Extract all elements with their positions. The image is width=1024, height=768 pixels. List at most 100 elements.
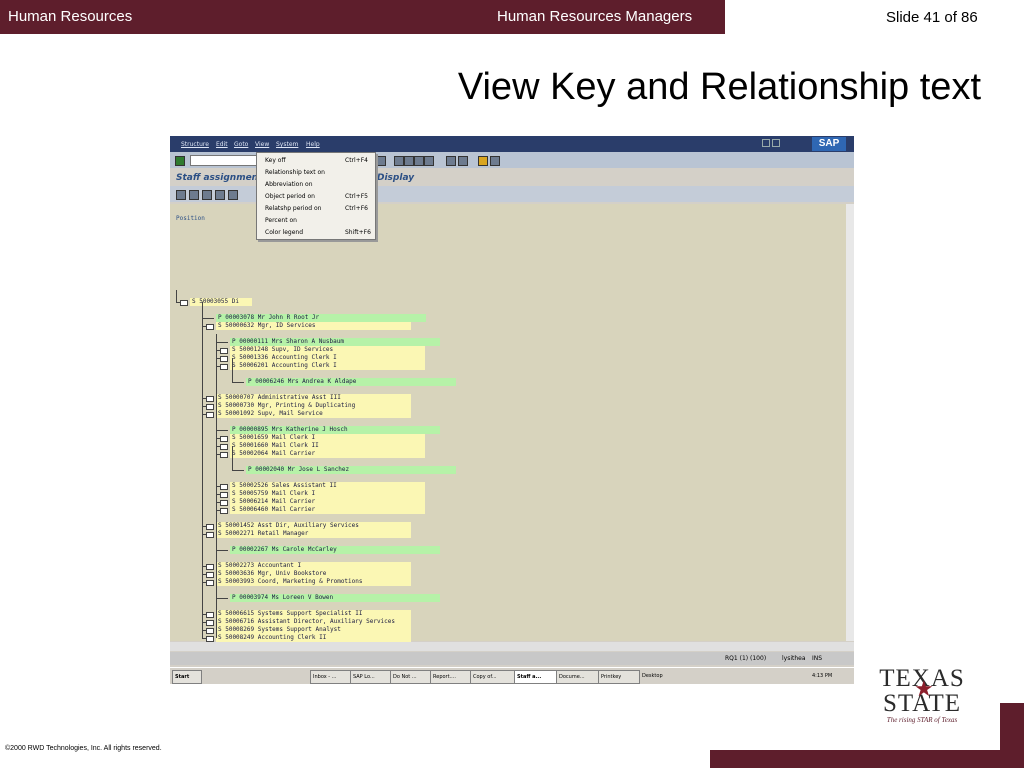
task-copy-of[interactable]: Copy of... <box>470 670 516 684</box>
menu-item-relatshp-period[interactable]: Relatshp period on <box>265 205 321 212</box>
expand-node-icon[interactable] <box>206 564 214 570</box>
menu-view[interactable]: View <box>255 141 269 148</box>
expand-node-icon[interactable] <box>220 508 228 514</box>
expand-node-icon[interactable] <box>206 412 214 418</box>
tree-person-row[interactable]: P 00003974 Ms Loreen V Bowen <box>230 594 440 602</box>
tree-position-row[interactable]: S 50001092 Supv, Mail Service <box>216 410 411 418</box>
tree-position-row[interactable]: S 50001452 Asst Dir, Auxiliary Services <box>216 522 411 530</box>
tree-position-row[interactable]: S 50001336 Accounting Clerk I <box>230 354 425 362</box>
tree-position-row[interactable]: S 50002064 Mail Carrier <box>230 450 425 458</box>
tree-person-row[interactable]: P 00000895 Mrs Katherine J Hosch <box>230 426 440 434</box>
expand-node-icon[interactable] <box>206 580 214 586</box>
collapse-icon[interactable] <box>215 190 225 200</box>
list-icon[interactable] <box>228 190 238 200</box>
course-title: Human Resources <box>8 8 133 25</box>
menu-system[interactable]: System <box>276 141 298 148</box>
menu-item-abbreviation[interactable]: Abbreviation on <box>265 181 313 188</box>
tree-position-row[interactable]: S 50006716 Assistant Director, Auxiliary… <box>216 618 411 626</box>
enter-icon[interactable] <box>175 156 185 166</box>
tree-position-row[interactable]: S 50000707 Administrative Asst III <box>216 394 411 402</box>
expand-node-icon[interactable] <box>206 612 214 618</box>
expand-node-icon[interactable] <box>220 484 228 490</box>
tree-position-row[interactable]: S 50003055 Di <box>190 298 252 306</box>
expand-node-icon[interactable] <box>220 348 228 354</box>
tree-person-row[interactable]: P 00003078 Mr John R Root Jr <box>216 314 426 322</box>
shortcut-object-period: Ctrl+F5 <box>345 193 368 200</box>
tree-position-row[interactable]: S 50002271 Retail Manager <box>216 530 411 538</box>
horizontal-scrollbar[interactable] <box>170 642 854 651</box>
expand-node-icon[interactable] <box>220 452 228 458</box>
menu-item-relationship-text[interactable]: Relationship text on <box>265 169 325 176</box>
help-icon[interactable] <box>478 156 488 166</box>
tree-position-row[interactable]: S 50001660 Mail Clerk II <box>230 442 425 450</box>
tree-position-row[interactable]: S 50006460 Mail Carrier <box>230 506 425 514</box>
expand-node-icon[interactable] <box>206 524 214 530</box>
tree-position-row[interactable]: S 50000632 Mgr, ID Services <box>216 322 411 330</box>
task-document[interactable]: Docume... <box>556 670 600 684</box>
edit-icon[interactable] <box>176 190 186 200</box>
expand-node-icon[interactable] <box>206 404 214 410</box>
menu-edit[interactable]: Edit <box>216 141 228 148</box>
task-inbox[interactable]: Inbox - ... <box>310 670 352 684</box>
tree-person-row[interactable]: P 00002267 Ms Carole McCarley <box>230 546 440 554</box>
tree-position-row[interactable]: S 50000730 Mgr, Printing & Duplicating <box>216 402 411 410</box>
expand-node-icon[interactable] <box>220 436 228 442</box>
tree-position-row[interactable]: S 50003993 Coord, Marketing & Promotions <box>216 578 411 586</box>
tree-position-row[interactable]: S 50008249 Accounting Clerk II <box>216 634 411 642</box>
page-last-icon[interactable] <box>424 156 434 166</box>
tree-position-row[interactable]: S 50001659 Mail Clerk I <box>230 434 425 442</box>
vertical-scrollbar[interactable] <box>846 204 854 641</box>
tree-person-row[interactable]: P 00006246 Mrs Andrea K Aldape <box>246 378 456 386</box>
page-first-icon[interactable] <box>394 156 404 166</box>
tree-person-row[interactable]: P 00002040 Mr Jose L Sanchez <box>246 466 456 474</box>
menu-help[interactable]: Help <box>306 141 320 148</box>
expand-node-icon[interactable] <box>206 572 214 578</box>
expand-node-icon[interactable] <box>206 324 214 330</box>
tree-position-row[interactable]: S 50006214 Mail Carrier <box>230 498 425 506</box>
minimize-icon[interactable] <box>762 139 770 147</box>
menu-structure[interactable]: Structure <box>181 141 209 148</box>
menu-goto[interactable]: Goto <box>234 141 248 148</box>
tree-person-row[interactable]: P 00000111 Mrs Sharon A Nusbaum <box>230 338 440 346</box>
new-session-icon[interactable] <box>446 156 456 166</box>
task-do-not[interactable]: Do Not ... <box>390 670 432 684</box>
structure-tree-pane[interactable]: S 50003055 Di P 00003078 Mr John R Root J… <box>170 204 846 642</box>
tree-position-row[interactable]: S 50006201 Accounting Clerk I <box>230 362 425 370</box>
menu-item-key-off[interactable]: Key off <box>265 157 286 164</box>
tree-position-row[interactable]: S 50003636 Mgr, Univ Bookstore <box>216 570 411 578</box>
task-report[interactable]: Report.... <box>430 670 472 684</box>
tree-position-row[interactable]: S 50002526 Sales Assistant II <box>230 482 425 490</box>
page-next-icon[interactable] <box>414 156 424 166</box>
shortcut-icon[interactable] <box>458 156 468 166</box>
tree-position-row[interactable]: S 50008269 Systems Support Analyst <box>216 626 411 634</box>
display-icon[interactable] <box>189 190 199 200</box>
expand-node-icon[interactable] <box>220 444 228 450</box>
find-icon[interactable] <box>376 156 386 166</box>
task-staff-assignments[interactable]: Staff a... <box>514 670 558 684</box>
page-prev-icon[interactable] <box>404 156 414 166</box>
command-field[interactable] <box>190 155 260 166</box>
task-printkey[interactable]: Printkey <box>598 670 640 684</box>
maximize-icon[interactable] <box>772 139 780 147</box>
expand-node-icon[interactable] <box>206 620 214 626</box>
desktop-toolbar[interactable]: Desktop <box>640 670 670 682</box>
expand-node-icon[interactable] <box>206 396 214 402</box>
expand-node-icon[interactable] <box>206 628 214 634</box>
expand-node-icon[interactable] <box>220 364 228 370</box>
menu-item-object-period[interactable]: Object period on <box>265 193 315 200</box>
tree-position-row[interactable]: S 50002273 Accountant I <box>216 562 411 570</box>
task-sap-logon[interactable]: SAP Lo... <box>350 670 392 684</box>
expand-node-icon[interactable] <box>180 300 188 306</box>
expand-node-icon[interactable] <box>220 356 228 362</box>
layout-icon[interactable] <box>490 156 500 166</box>
menu-item-percent[interactable]: Percent on <box>265 217 297 224</box>
tree-position-row[interactable]: S 50005759 Mail Clerk I <box>230 490 425 498</box>
expand-node-icon[interactable] <box>220 492 228 498</box>
tree-position-row[interactable]: S 50006615 Systems Support Specialist II <box>216 610 411 618</box>
expand-node-icon[interactable] <box>220 500 228 506</box>
tree-position-row[interactable]: S 50001248 Supv, ID Services <box>230 346 425 354</box>
expand-node-icon[interactable] <box>206 532 214 538</box>
menu-item-color-legend[interactable]: Color legend <box>265 229 303 236</box>
expand-icon[interactable] <box>202 190 212 200</box>
start-button[interactable]: Start <box>172 670 202 684</box>
